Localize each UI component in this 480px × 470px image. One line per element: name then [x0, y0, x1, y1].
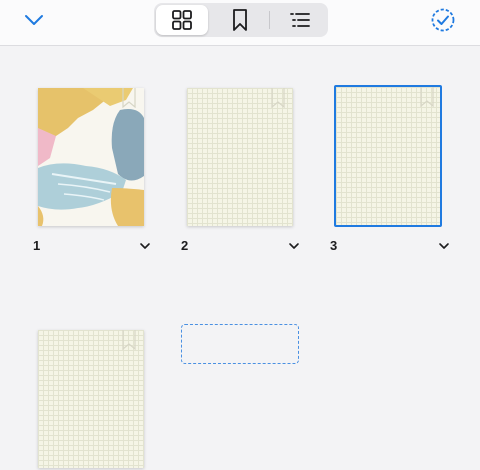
page-grid-paper — [38, 330, 144, 468]
bookmark-icon — [233, 9, 247, 31]
page-options-chevron-icon[interactable] — [288, 241, 300, 251]
bookmark-ribbon-icon — [122, 330, 136, 350]
tab-thumbnails[interactable] — [156, 5, 208, 35]
page-grid-paper — [187, 88, 293, 226]
bookmark-ribbon-icon — [122, 88, 136, 108]
page-number: 2 — [181, 238, 189, 253]
list-icon — [290, 13, 310, 27]
page-number: 3 — [330, 238, 338, 253]
page-thumbnail[interactable] — [38, 330, 144, 470]
segment-divider — [269, 11, 270, 29]
page-thumbnail[interactable] — [38, 88, 144, 228]
page-number: 1 — [33, 238, 41, 253]
bookmark-ribbon-icon — [271, 88, 285, 108]
tab-bookmarks[interactable] — [214, 5, 266, 35]
chevron-down-icon — [25, 15, 43, 25]
grid-icon — [172, 10, 192, 30]
page-options-chevron-icon[interactable] — [438, 241, 450, 251]
add-page-placeholder[interactable] — [181, 324, 299, 364]
toolbar — [0, 0, 480, 46]
tab-outline[interactable] — [274, 5, 326, 35]
page-options-chevron-icon[interactable] — [139, 241, 151, 251]
checkmark-circle-dashed-icon — [431, 8, 455, 32]
abstract-paint-illustration — [38, 88, 144, 226]
view-switcher — [154, 3, 328, 37]
page-cover-image — [38, 88, 144, 226]
page-thumbnail[interactable] — [187, 88, 293, 228]
select-button[interactable] — [430, 7, 456, 33]
collapse-button[interactable] — [22, 10, 46, 30]
selection-highlight — [334, 85, 442, 227]
